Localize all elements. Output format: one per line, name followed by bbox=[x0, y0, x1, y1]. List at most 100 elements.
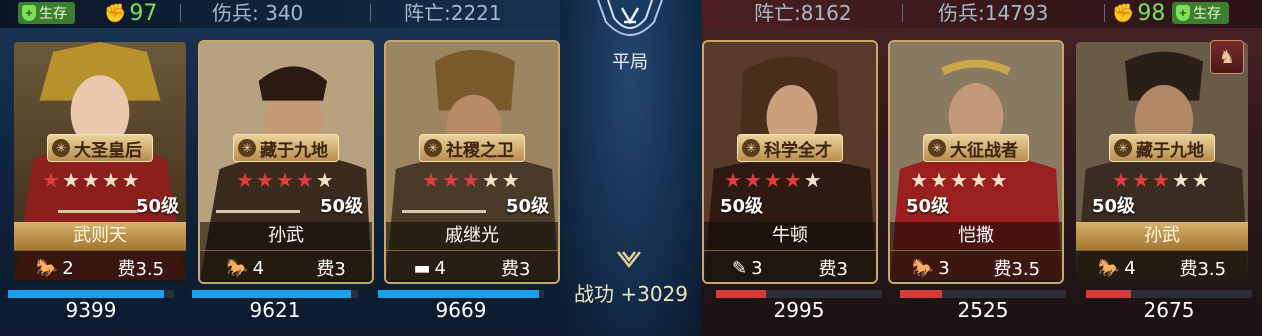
hero-name: 孙武 bbox=[1076, 222, 1248, 250]
hero-cost: 费3.5 bbox=[1179, 259, 1227, 280]
hero-title-badge: ✳ 藏于九地 bbox=[1109, 134, 1215, 162]
hero-name: 戚继光 bbox=[386, 222, 558, 250]
star-rating: ★★★★★ bbox=[724, 168, 824, 192]
hp-fill bbox=[716, 290, 766, 298]
hero-cost: 费3.5 bbox=[993, 259, 1041, 280]
hero-title: 藏于九地 bbox=[260, 140, 328, 161]
hero-cost: 费3.5 bbox=[117, 259, 165, 280]
star-icon: ★ bbox=[783, 168, 804, 192]
star-icon: ★ bbox=[481, 168, 502, 192]
hp-value: 2675 bbox=[1143, 298, 1195, 322]
troop-count: 🐎 4 bbox=[1097, 257, 1136, 279]
right-alive-badge: + 生存 bbox=[1172, 2, 1229, 24]
title-emblem-icon: ✳ bbox=[424, 139, 442, 157]
hp-value: 9669 bbox=[435, 298, 487, 322]
star-icon: ★ bbox=[236, 168, 256, 192]
hero-stats: 🐎 4 费3 bbox=[200, 250, 372, 282]
title-emblem-icon: ✳ bbox=[238, 139, 256, 157]
star-icon: ★ bbox=[763, 168, 784, 192]
cavalry-icon: 🐎 bbox=[911, 257, 935, 279]
hero-title-badge: ✳ 大圣皇后 bbox=[47, 134, 153, 162]
hp-value: 9621 bbox=[249, 298, 301, 322]
right-power: ✊ 98 bbox=[1112, 0, 1165, 26]
star-icon: ★ bbox=[1151, 168, 1172, 192]
hp-fill bbox=[8, 290, 165, 298]
hero-title-badge: ✳ 科学全才 bbox=[737, 134, 843, 162]
star-icon: ★ bbox=[101, 168, 122, 192]
hero-name: 牛顿 bbox=[704, 222, 876, 250]
star-icon: ★ bbox=[295, 168, 316, 192]
right-killed: 阵亡:8162 bbox=[754, 1, 852, 25]
shield-icon: + bbox=[22, 5, 36, 21]
cavalry-icon: 🐎 bbox=[35, 257, 59, 279]
hero-level: 50级 bbox=[320, 196, 364, 217]
hero-cost: 费3 bbox=[501, 259, 531, 280]
troop-count: 🐎 3 bbox=[911, 257, 950, 279]
hp-bar bbox=[1086, 290, 1252, 298]
hero-card-wuzetian[interactable]: ✳ 大圣皇后 ★★★★★ 50级 武则天 🐎 2 费3.5 bbox=[12, 40, 188, 284]
fist-icon: ✊ bbox=[1112, 2, 1135, 24]
hero-cost: 费3 bbox=[316, 259, 346, 280]
merit-icon bbox=[617, 251, 641, 269]
hero-title-badge: ✳ 大征战者 bbox=[923, 134, 1029, 162]
star-icon: ★ bbox=[724, 168, 744, 192]
hero-card-sunwu[interactable]: ✳ 藏于九地 ★★★★★ 50级 孙武 🐎 4 费3 bbox=[198, 40, 374, 284]
star-icon: ★ bbox=[121, 168, 142, 192]
star-rating: ★★★★★ bbox=[910, 168, 1010, 192]
hero-title-badge: ✳ 社稷之卫 bbox=[419, 134, 525, 162]
hero-level: 50级 bbox=[506, 196, 550, 217]
troop-count: 🐎 4 bbox=[226, 257, 265, 279]
hero-card-qijiguang[interactable]: ✳ 社稷之卫 ★★★★★ 50级 戚继光 ▬ 4 费3 bbox=[384, 40, 560, 284]
star-rating: ★★★★★ bbox=[42, 168, 142, 192]
star-icon: ★ bbox=[422, 168, 442, 192]
star-icon: ★ bbox=[1131, 168, 1152, 192]
hero-stats: ▬ 4 费3 bbox=[386, 250, 558, 282]
star-icon: ★ bbox=[501, 168, 522, 192]
star-icon: ★ bbox=[1171, 168, 1192, 192]
star-icon: ★ bbox=[315, 168, 336, 192]
left-alive-label: 生存 bbox=[39, 6, 67, 22]
troop-count: 🐎 2 bbox=[35, 257, 74, 279]
right-alive-label: 生存 bbox=[1193, 6, 1221, 22]
hero-card-newton[interactable]: ✳ 科学全才 ★★★★★ 50级 牛顿 ✎ 3 费3 bbox=[702, 40, 878, 284]
hp-bar bbox=[378, 290, 544, 298]
level-progress bbox=[216, 210, 300, 213]
hero-level: 50级 bbox=[136, 196, 180, 217]
tank-icon: ▬ bbox=[413, 257, 431, 279]
star-icon: ★ bbox=[969, 168, 990, 192]
hero-card-sunwu-right[interactable]: ✳ 藏于九地 ★★★★★ 50级 孙武 🐎 4 费3.5 bbox=[1074, 40, 1250, 284]
left-alive-badge: + 生存 bbox=[18, 2, 75, 24]
divider bbox=[902, 4, 903, 22]
fist-icon: ✊ bbox=[104, 2, 127, 24]
battle-result-label: 平局 bbox=[612, 52, 648, 73]
right-wounded: 伤兵:14793 bbox=[938, 1, 1049, 25]
left-power: ✊ 97 bbox=[104, 0, 157, 26]
level-progress bbox=[402, 210, 486, 213]
left-killed: 阵亡:2221 bbox=[404, 1, 502, 25]
hp-fill bbox=[1086, 290, 1131, 298]
title-emblem-icon: ✳ bbox=[1114, 139, 1132, 157]
divider bbox=[370, 4, 371, 22]
hp-fill bbox=[192, 290, 352, 298]
hp-value: 9399 bbox=[65, 298, 117, 322]
cavalry-icon: 🐎 bbox=[226, 257, 249, 279]
hero-stats: 🐎 2 费3.5 bbox=[14, 250, 186, 282]
hero-card-caesar[interactable]: ✳ 大征战者 ★★★★★ 50级 恺撒 🐎 3 费3.5 bbox=[888, 40, 1064, 284]
hero-stats: 🐎 4 费3.5 bbox=[1076, 250, 1248, 282]
troop-count: ▬ 4 bbox=[413, 257, 446, 279]
battle-result-emblem bbox=[597, 0, 663, 36]
artillery-icon: ✎ bbox=[732, 257, 748, 279]
title-emblem-icon: ✳ bbox=[742, 139, 760, 157]
star-rating: ★★★★★ bbox=[1112, 168, 1212, 192]
hero-cost: 费3 bbox=[818, 259, 848, 280]
star-rating: ★★★★★ bbox=[236, 168, 336, 192]
level-progress bbox=[58, 210, 142, 213]
star-icon: ★ bbox=[255, 168, 276, 192]
hero-title: 社稷之卫 bbox=[446, 140, 514, 161]
star-icon: ★ bbox=[42, 168, 62, 192]
hero-level: 50级 bbox=[906, 196, 950, 217]
hp-fill bbox=[900, 290, 942, 298]
hero-title-badge: ✳ 藏于九地 bbox=[233, 134, 339, 162]
troop-count: ✎ 3 bbox=[732, 257, 763, 279]
hero-stats: ✎ 3 费3 bbox=[704, 250, 876, 282]
